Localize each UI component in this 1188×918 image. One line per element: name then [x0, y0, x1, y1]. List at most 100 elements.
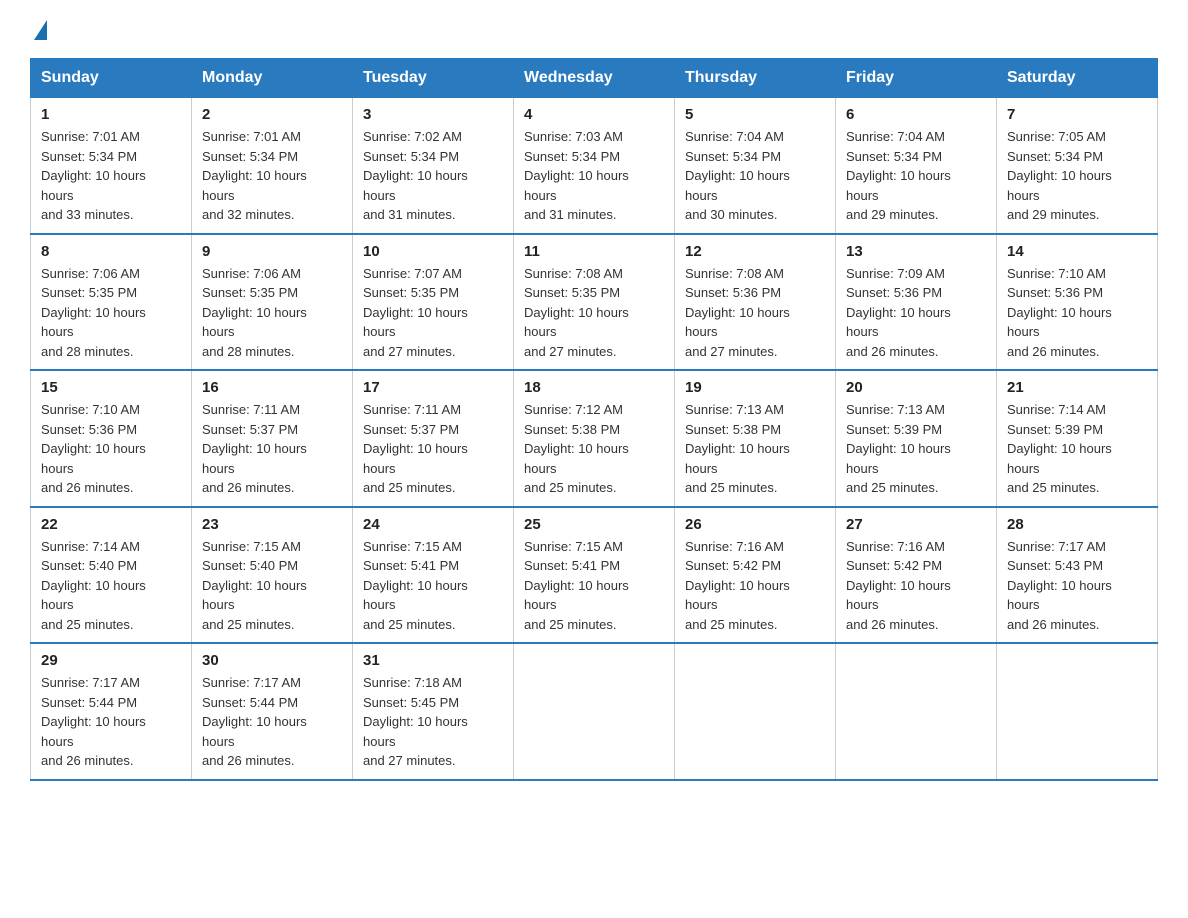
- table-row: 19 Sunrise: 7:13 AMSunset: 5:38 PMDayligh…: [675, 370, 836, 507]
- day-number: 7: [1007, 106, 1147, 123]
- day-number: 18: [524, 379, 664, 396]
- day-number: 28: [1007, 516, 1147, 533]
- day-number: 25: [524, 516, 664, 533]
- table-row: 22 Sunrise: 7:14 AMSunset: 5:40 PMDayligh…: [31, 507, 192, 644]
- day-info: Sunrise: 7:06 AMSunset: 5:35 PMDaylight:…: [41, 264, 181, 362]
- day-number: 11: [524, 243, 664, 260]
- day-number: 29: [41, 652, 181, 669]
- table-row: [836, 643, 997, 780]
- day-info: Sunrise: 7:15 AMSunset: 5:41 PMDaylight:…: [524, 537, 664, 635]
- day-number: 26: [685, 516, 825, 533]
- day-info: Sunrise: 7:14 AMSunset: 5:40 PMDaylight:…: [41, 537, 181, 635]
- day-number: 23: [202, 516, 342, 533]
- day-info: Sunrise: 7:18 AMSunset: 5:45 PMDaylight:…: [363, 673, 503, 771]
- table-row: 27 Sunrise: 7:16 AMSunset: 5:42 PMDayligh…: [836, 507, 997, 644]
- col-monday: Monday: [192, 59, 353, 98]
- col-sunday: Sunday: [31, 59, 192, 98]
- table-row: 4 Sunrise: 7:03 AMSunset: 5:34 PMDaylight…: [514, 98, 675, 234]
- day-info: Sunrise: 7:01 AMSunset: 5:34 PMDaylight:…: [202, 127, 342, 225]
- table-row: 7 Sunrise: 7:05 AMSunset: 5:34 PMDaylight…: [997, 98, 1158, 234]
- table-row: 20 Sunrise: 7:13 AMSunset: 5:39 PMDayligh…: [836, 370, 997, 507]
- day-number: 4: [524, 106, 664, 123]
- table-row: 6 Sunrise: 7:04 AMSunset: 5:34 PMDaylight…: [836, 98, 997, 234]
- table-row: 13Sunrise: 7:09 AMSunset: 5:36 PMDayligh…: [836, 234, 997, 371]
- day-number: 16: [202, 379, 342, 396]
- table-row: 26 Sunrise: 7:16 AMSunset: 5:42 PMDayligh…: [675, 507, 836, 644]
- calendar-week-row: 15 Sunrise: 7:10 AMSunset: 5:36 PMDayligh…: [31, 370, 1158, 507]
- table-row: 14Sunrise: 7:10 AMSunset: 5:36 PMDayligh…: [997, 234, 1158, 371]
- col-thursday: Thursday: [675, 59, 836, 98]
- table-row: 16 Sunrise: 7:11 AMSunset: 5:37 PMDayligh…: [192, 370, 353, 507]
- calendar-header-row: Sunday Monday Tuesday Wednesday Thursday…: [31, 59, 1158, 98]
- table-row: 10 Sunrise: 7:07 AMSunset: 5:35 PMDayligh…: [353, 234, 514, 371]
- table-row: 9 Sunrise: 7:06 AMSunset: 5:35 PMDaylight…: [192, 234, 353, 371]
- day-number: 21: [1007, 379, 1147, 396]
- day-info: Sunrise: 7:10 AMSunset: 5:36 PMDaylight:…: [41, 400, 181, 498]
- day-number: 12: [685, 243, 825, 260]
- day-number: 22: [41, 516, 181, 533]
- day-number: 9: [202, 243, 342, 260]
- table-row: 31 Sunrise: 7:18 AMSunset: 5:45 PMDayligh…: [353, 643, 514, 780]
- day-info: Sunrise: 7:06 AMSunset: 5:35 PMDaylight:…: [202, 264, 342, 362]
- table-row: 18 Sunrise: 7:12 AMSunset: 5:38 PMDayligh…: [514, 370, 675, 507]
- day-info: Sunrise: 7:05 AMSunset: 5:34 PMDaylight:…: [1007, 127, 1147, 225]
- table-row: 24 Sunrise: 7:15 AMSunset: 5:41 PMDayligh…: [353, 507, 514, 644]
- table-row: 28 Sunrise: 7:17 AMSunset: 5:43 PMDayligh…: [997, 507, 1158, 644]
- day-number: 2: [202, 106, 342, 123]
- day-info: Sunrise: 7:11 AMSunset: 5:37 PMDaylight:…: [202, 400, 342, 498]
- day-number: 15: [41, 379, 181, 396]
- col-wednesday: Wednesday: [514, 59, 675, 98]
- table-row: 8 Sunrise: 7:06 AMSunset: 5:35 PMDaylight…: [31, 234, 192, 371]
- table-row: [675, 643, 836, 780]
- day-number: 6: [846, 106, 986, 123]
- table-row: [997, 643, 1158, 780]
- day-number: 20: [846, 379, 986, 396]
- day-number: 30: [202, 652, 342, 669]
- day-info: Sunrise: 7:08 AMSunset: 5:36 PMDaylight:…: [685, 264, 825, 362]
- day-info: Sunrise: 7:16 AMSunset: 5:42 PMDaylight:…: [685, 537, 825, 635]
- day-info: Sunrise: 7:17 AMSunset: 5:43 PMDaylight:…: [1007, 537, 1147, 635]
- logo: [30, 20, 47, 40]
- day-info: Sunrise: 7:04 AMSunset: 5:34 PMDaylight:…: [846, 127, 986, 225]
- table-row: [514, 643, 675, 780]
- table-row: 1Sunrise: 7:01 AMSunset: 5:34 PMDaylight…: [31, 98, 192, 234]
- day-number: 19: [685, 379, 825, 396]
- day-info: Sunrise: 7:03 AMSunset: 5:34 PMDaylight:…: [524, 127, 664, 225]
- day-info: Sunrise: 7:17 AMSunset: 5:44 PMDaylight:…: [202, 673, 342, 771]
- day-number: 17: [363, 379, 503, 396]
- table-row: 12 Sunrise: 7:08 AMSunset: 5:36 PMDayligh…: [675, 234, 836, 371]
- day-info: Sunrise: 7:15 AMSunset: 5:41 PMDaylight:…: [363, 537, 503, 635]
- col-tuesday: Tuesday: [353, 59, 514, 98]
- day-info: Sunrise: 7:11 AMSunset: 5:37 PMDaylight:…: [363, 400, 503, 498]
- day-info: Sunrise: 7:16 AMSunset: 5:42 PMDaylight:…: [846, 537, 986, 635]
- day-info: Sunrise: 7:12 AMSunset: 5:38 PMDaylight:…: [524, 400, 664, 498]
- day-info: Sunrise: 7:15 AMSunset: 5:40 PMDaylight:…: [202, 537, 342, 635]
- table-row: 23 Sunrise: 7:15 AMSunset: 5:40 PMDayligh…: [192, 507, 353, 644]
- day-info: Sunrise: 7:17 AMSunset: 5:44 PMDaylight:…: [41, 673, 181, 771]
- day-info: Sunrise: 7:01 AMSunset: 5:34 PMDaylight:…: [41, 127, 181, 225]
- day-info: Sunrise: 7:13 AMSunset: 5:38 PMDaylight:…: [685, 400, 825, 498]
- table-row: 21Sunrise: 7:14 AMSunset: 5:39 PMDayligh…: [997, 370, 1158, 507]
- day-info: Sunrise: 7:08 AMSunset: 5:35 PMDaylight:…: [524, 264, 664, 362]
- table-row: 5 Sunrise: 7:04 AMSunset: 5:34 PMDaylight…: [675, 98, 836, 234]
- day-number: 24: [363, 516, 503, 533]
- day-number: 8: [41, 243, 181, 260]
- col-friday: Friday: [836, 59, 997, 98]
- day-number: 10: [363, 243, 503, 260]
- day-info: Sunrise: 7:04 AMSunset: 5:34 PMDaylight:…: [685, 127, 825, 225]
- calendar-week-row: 1Sunrise: 7:01 AMSunset: 5:34 PMDaylight…: [31, 98, 1158, 234]
- day-info: Sunrise: 7:13 AMSunset: 5:39 PMDaylight:…: [846, 400, 986, 498]
- day-info: Sunrise: 7:07 AMSunset: 5:35 PMDaylight:…: [363, 264, 503, 362]
- day-info: Sunrise: 7:02 AMSunset: 5:34 PMDaylight:…: [363, 127, 503, 225]
- day-number: 5: [685, 106, 825, 123]
- day-number: 27: [846, 516, 986, 533]
- table-row: 17 Sunrise: 7:11 AMSunset: 5:37 PMDayligh…: [353, 370, 514, 507]
- table-row: 11 Sunrise: 7:08 AMSunset: 5:35 PMDayligh…: [514, 234, 675, 371]
- col-saturday: Saturday: [997, 59, 1158, 98]
- page-header: [30, 20, 1158, 40]
- day-info: Sunrise: 7:10 AMSunset: 5:36 PMDaylight:…: [1007, 264, 1147, 362]
- table-row: 30 Sunrise: 7:17 AMSunset: 5:44 PMDayligh…: [192, 643, 353, 780]
- table-row: 25 Sunrise: 7:15 AMSunset: 5:41 PMDayligh…: [514, 507, 675, 644]
- calendar-week-row: 22 Sunrise: 7:14 AMSunset: 5:40 PMDayligh…: [31, 507, 1158, 644]
- day-number: 31: [363, 652, 503, 669]
